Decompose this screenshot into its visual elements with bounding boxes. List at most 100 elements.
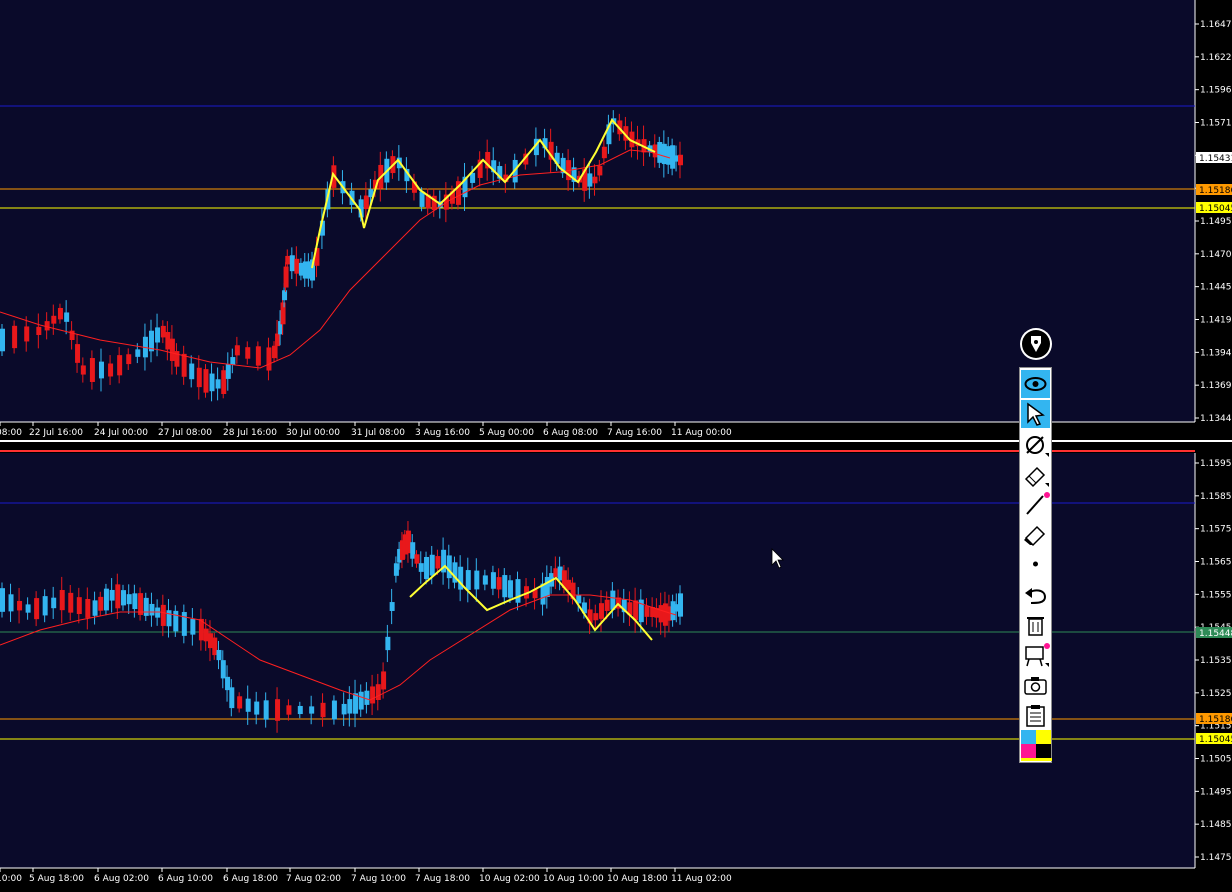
candle-body <box>255 346 261 366</box>
candle-body <box>160 604 166 626</box>
candle-body <box>263 700 269 720</box>
time-label: 22 Jul 16:00 <box>29 428 83 438</box>
candle-body <box>363 195 369 210</box>
candle-body <box>24 326 30 342</box>
candle-body <box>68 592 74 613</box>
candle-body <box>135 349 141 357</box>
candle-body <box>221 370 227 394</box>
candle-body <box>657 142 663 163</box>
candle-body <box>103 588 109 611</box>
time-label: 6 Aug 08:00 <box>543 428 598 438</box>
time-label: 28 Jul 16:00 <box>223 428 277 438</box>
price-tag-label: 1.15186 <box>1199 715 1232 725</box>
price-label: 1.15951 <box>1200 459 1232 469</box>
candle-body <box>474 570 480 590</box>
candle-body <box>181 353 187 377</box>
candle-body <box>544 576 550 597</box>
candle-body <box>446 555 452 579</box>
price-label: 1.16220 <box>1200 53 1232 63</box>
candle-body <box>275 699 281 721</box>
candle-body <box>132 593 138 610</box>
candle-body <box>553 568 559 578</box>
price-label: 1.15251 <box>1200 689 1232 699</box>
hide-drawings-button[interactable] <box>1021 431 1050 459</box>
candle-body <box>117 355 123 376</box>
candle-body <box>370 686 376 704</box>
candle-body <box>285 255 291 265</box>
candle-body <box>109 589 115 601</box>
price-tag-label: 1.15448 <box>1199 629 1232 639</box>
marker-button[interactable] <box>1021 461 1050 489</box>
candle-body <box>419 191 425 207</box>
palette-swatch[interactable] <box>1021 744 1036 758</box>
candle-body <box>289 255 295 272</box>
cursor-button[interactable] <box>1021 400 1050 428</box>
candle-body <box>678 154 683 166</box>
time-label: 5 Aug 00:00 <box>479 428 534 438</box>
candle-body <box>0 328 5 352</box>
draw-tool-logo[interactable] <box>1020 328 1052 360</box>
candle-body <box>435 556 441 569</box>
candle-body <box>75 344 81 363</box>
eraser-icon <box>1024 525 1046 547</box>
candle-body <box>225 676 231 691</box>
candle-body <box>160 325 166 338</box>
price-label: 1.14751 <box>1200 853 1232 863</box>
line-button[interactable] <box>1021 490 1050 518</box>
eye-button[interactable] <box>1021 370 1050 398</box>
palette-swatch[interactable] <box>1021 730 1036 744</box>
palette-swatch[interactable] <box>1036 744 1051 758</box>
time-label: 3 Aug 16:00 <box>415 428 470 438</box>
hide-drawings-icon <box>1026 436 1049 457</box>
time-label: 30 Jul 00:00 <box>286 428 340 438</box>
candle-body <box>126 594 132 605</box>
candle-body <box>502 575 508 598</box>
candle-body <box>496 577 502 590</box>
candle-body <box>424 556 430 579</box>
candle-body <box>34 598 40 620</box>
price-label: 1.16470 <box>1200 20 1232 30</box>
color-palette[interactable] <box>1021 730 1052 761</box>
candle-body <box>8 594 14 612</box>
undo-icon <box>1025 588 1047 604</box>
candle-body <box>121 590 127 606</box>
candle-body <box>282 290 288 301</box>
presentation-button[interactable] <box>1021 641 1050 669</box>
price-label: 1.14195 <box>1200 316 1232 326</box>
price-label: 1.14450 <box>1200 283 1232 293</box>
dot-icon <box>1033 561 1038 567</box>
candle-body <box>166 610 172 627</box>
clipboard-button[interactable] <box>1021 701 1050 729</box>
drawing-toolbar <box>1019 367 1052 763</box>
time-label: 7 Aug 18:00 <box>415 874 470 884</box>
dot-button[interactable] <box>1021 552 1050 580</box>
price-label: 1.15751 <box>1200 525 1232 535</box>
candle-body <box>490 572 496 589</box>
candle-body <box>36 326 42 336</box>
eraser-button[interactable] <box>1021 520 1050 548</box>
camera-button[interactable] <box>1021 671 1050 699</box>
candle-body <box>42 596 48 616</box>
price-label: 1.14851 <box>1200 820 1232 830</box>
palette-swatch[interactable] <box>1036 730 1051 744</box>
candle-body <box>272 345 278 359</box>
candle-body <box>341 703 347 715</box>
candle-body <box>254 701 260 715</box>
candle-body <box>297 705 303 715</box>
marker-icon <box>1024 466 1049 488</box>
candle-body <box>294 258 300 274</box>
candle-body <box>85 598 91 618</box>
price-tag-label: 1.15431 <box>1199 154 1232 164</box>
trash-button[interactable] <box>1021 611 1050 639</box>
candle-body <box>98 361 104 379</box>
candle-body <box>597 165 603 176</box>
candle-body <box>155 327 161 343</box>
candle-body <box>414 554 420 564</box>
candle-body <box>165 332 171 350</box>
candle-body <box>429 554 435 576</box>
undo-button[interactable] <box>1021 581 1050 609</box>
time-label: 10:00 <box>0 874 22 884</box>
price-tag-label: 1.15186 <box>1199 186 1232 196</box>
candle-body <box>229 687 235 709</box>
time-label: 10 Aug 10:00 <box>543 874 604 884</box>
